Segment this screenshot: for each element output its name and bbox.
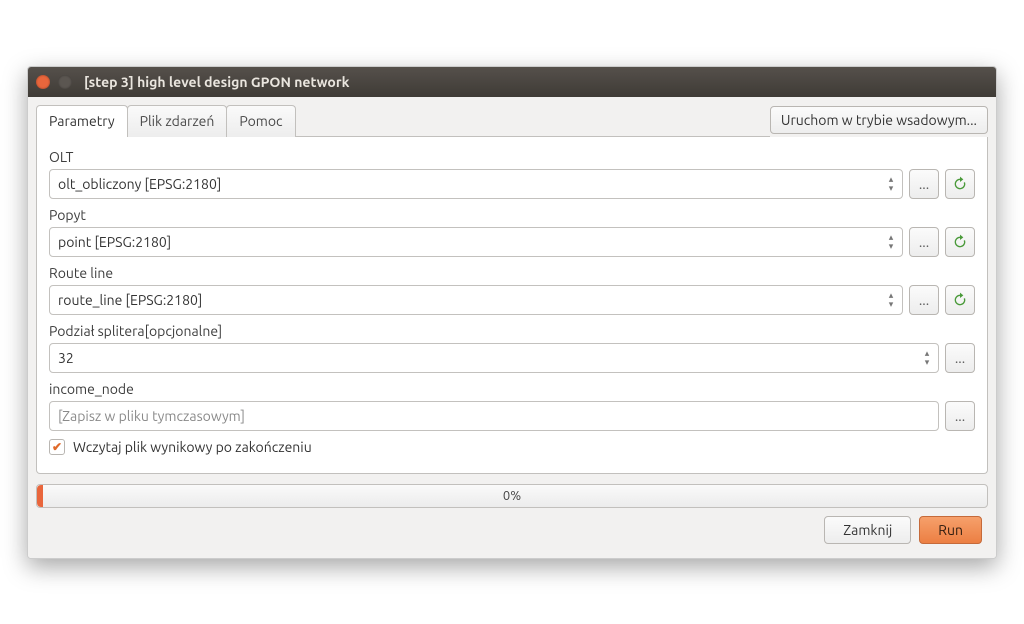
tab-label: Parametry [49,113,115,129]
refresh-icon [952,176,968,192]
refresh-icon [952,234,968,250]
tab-plik-zdarzen[interactable]: Plik zdarzeń [127,105,228,137]
field-route-line: Route line route_line [EPSG:2180] ▴▾ ... [49,265,975,315]
browse-button[interactable]: ... [945,401,975,431]
checkbox-label: Wczytaj plik wynikowy po zakończeniu [73,439,312,455]
combo-value: olt_obliczony [EPSG:2180] [58,176,221,192]
titlebar: [step 3] high level design GPON network [28,67,996,97]
ellipsis-icon: ... [955,408,965,424]
run-batch-button[interactable]: Uruchom w trybie wsadowym... [770,106,988,134]
ellipsis-icon: ... [919,292,929,308]
field-label: Podział splitera[opcjonalne] [49,323,975,339]
field-label: income_node [49,381,975,397]
field-olt: OLT olt_obliczony [EPSG:2180] ▴▾ ... [49,149,975,199]
minimize-icon[interactable] [58,75,72,89]
dialog-window: [step 3] high level design GPON network … [27,66,997,559]
browse-button[interactable]: ... [945,343,975,373]
chevron-updown-icon: ▴▾ [920,344,934,372]
button-label: Run [938,522,963,538]
ellipsis-icon: ... [919,234,929,250]
progress-fill [37,485,43,507]
content-area: Parametry Plik zdarzeń Pomoc Uruchom w t… [28,97,996,558]
splitter-spinbox[interactable]: 32 ▴▾ [49,343,939,373]
tab-bar: Parametry Plik zdarzeń Pomoc Uruchom w t… [36,105,988,137]
combo-value: route_line [EPSG:2180] [58,292,202,308]
open-output-checkbox[interactable] [49,439,65,455]
dialog-footer: Zamknij Run [36,508,988,550]
iterate-button[interactable] [945,169,975,199]
tab-parametry[interactable]: Parametry [36,105,128,137]
field-label: Route line [49,265,975,281]
field-label: OLT [49,149,975,165]
tab-label: Pomoc [239,113,282,129]
button-label: Uruchom w trybie wsadowym... [781,112,977,128]
spinbox-value: 32 [58,350,74,366]
field-income-node: income_node [Zapisz w pliku tymczasowym]… [49,381,975,431]
chevron-updown-icon: ▴▾ [884,286,898,314]
input-placeholder: [Zapisz w pliku tymczasowym] [58,408,245,424]
iterate-button[interactable] [945,227,975,257]
popyt-combo[interactable]: point [EPSG:2180] ▴▾ [49,227,903,257]
progress-text: 0% [503,489,521,503]
close-icon[interactable] [36,75,50,89]
browse-button[interactable]: ... [909,169,939,199]
field-label: Popyt [49,207,975,223]
tab-pomoc[interactable]: Pomoc [226,105,295,137]
close-button[interactable]: Zamknij [824,516,911,544]
olt-combo[interactable]: olt_obliczony [EPSG:2180] ▴▾ [49,169,903,199]
browse-button[interactable]: ... [909,227,939,257]
route-line-combo[interactable]: route_line [EPSG:2180] ▴▾ [49,285,903,315]
ellipsis-icon: ... [955,350,965,366]
tab-spacer [295,105,770,137]
field-popyt: Popyt point [EPSG:2180] ▴▾ ... [49,207,975,257]
combo-value: point [EPSG:2180] [58,234,171,250]
run-button[interactable]: Run [919,516,982,544]
iterate-button[interactable] [945,285,975,315]
parameters-panel: OLT olt_obliczony [EPSG:2180] ▴▾ ... Pop… [36,137,988,474]
open-output-checkbox-row: Wczytaj plik wynikowy po zakończeniu [49,439,975,455]
button-label: Zamknij [843,522,892,538]
progress-bar: 0% [36,484,988,508]
ellipsis-icon: ... [919,176,929,192]
window-title: [step 3] high level design GPON network [84,74,349,90]
field-splitter: Podział splitera[opcjonalne] 32 ▴▾ ... [49,323,975,373]
income-node-input[interactable]: [Zapisz w pliku tymczasowym] [49,401,939,431]
tab-label: Plik zdarzeń [140,113,215,129]
browse-button[interactable]: ... [909,285,939,315]
refresh-icon [952,292,968,308]
chevron-updown-icon: ▴▾ [884,228,898,256]
chevron-updown-icon: ▴▾ [884,170,898,198]
